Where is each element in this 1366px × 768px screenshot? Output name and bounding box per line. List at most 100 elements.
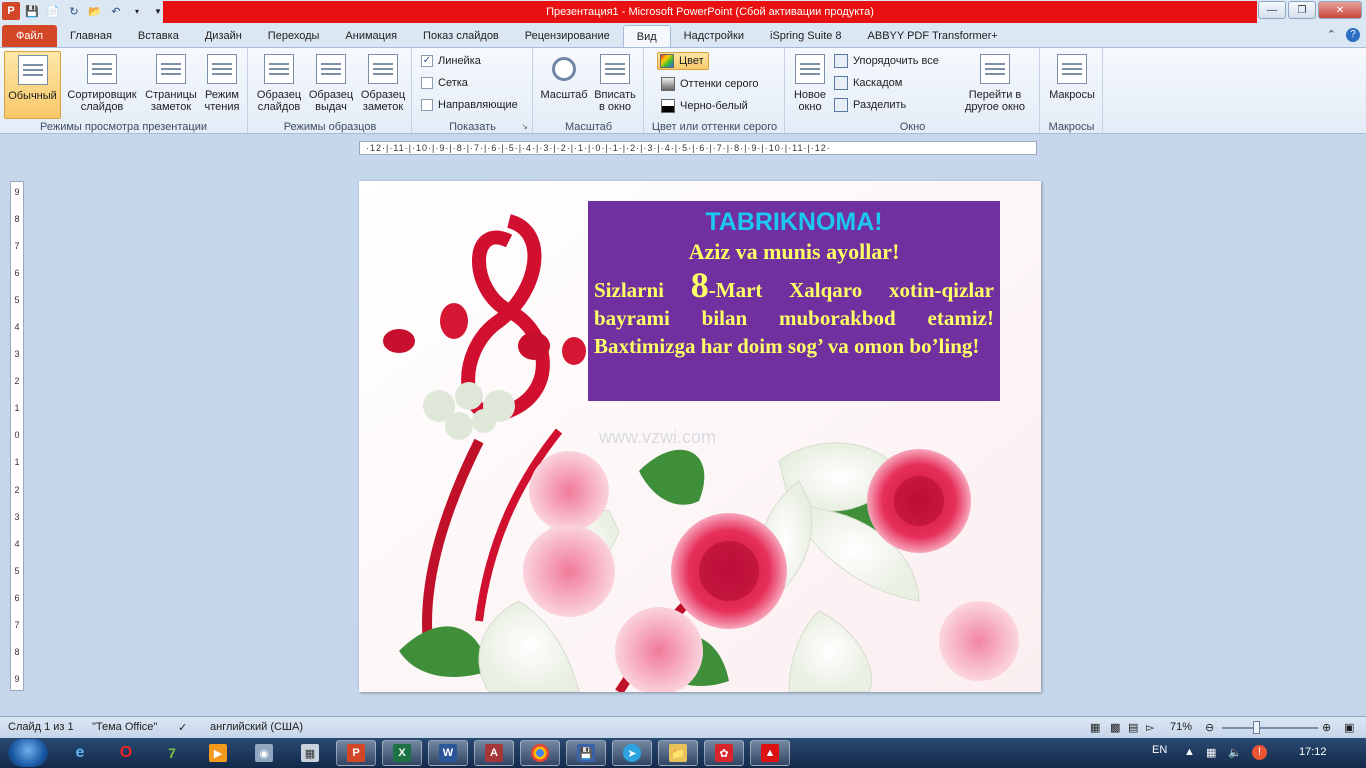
vertical-ruler[interactable]: 9 8 7 6 5 4 3 2 1 0 1 2 3 4 5 6 7 8 9 [10, 181, 24, 691]
split-button[interactable]: Разделить [834, 96, 906, 114]
tab-review[interactable]: Рецензирование [512, 25, 623, 47]
arrange-all-button[interactable]: Упорядочить все [834, 52, 939, 70]
ruler-checkbox[interactable]: ✓ Линейка [421, 52, 481, 70]
open-folder-icon[interactable]: 📂 [86, 2, 104, 20]
tab-file[interactable]: Файл [2, 25, 58, 47]
zoom-in-icon[interactable]: ⊕ [1322, 721, 1331, 734]
horizontal-ruler[interactable]: ·12·|·11·|·10·|·9·|·8·|·7·|·6·|·5·|·4·|·… [359, 141, 1037, 155]
cascade-button[interactable]: Каскадом [834, 74, 902, 92]
slide-counter: Слайд 1 из 1 [8, 721, 74, 733]
guides-check-icon[interactable] [421, 99, 433, 111]
access-taskbar-icon[interactable]: A [474, 740, 514, 766]
color-button[interactable]: Цвет [657, 52, 709, 70]
alert-icon[interactable]: ! [1252, 745, 1267, 760]
zoom-button[interactable]: Масштаб [538, 51, 590, 119]
greeting-textbox[interactable]: TABRIKNOMA! Aziz va munis ayollar! Sizla… [588, 201, 1000, 401]
ruler-check-icon[interactable]: ✓ [421, 55, 433, 67]
tab-addins[interactable]: Надстройки [671, 25, 757, 47]
fit-to-window-button[interactable]: Вписать в окно [590, 51, 640, 119]
new-document-icon[interactable]: 📄 [44, 2, 62, 20]
collapse-ribbon-icon[interactable]: ⌃ [1327, 28, 1336, 42]
slideshow-status-icon[interactable]: ▻ [1146, 721, 1154, 734]
tab-transitions[interactable]: Переходы [255, 25, 333, 47]
slide-workspace[interactable]: ·12·|·11·|·10·|·9·|·8·|·7·|·6·|·5·|·4·|·… [0, 134, 1366, 716]
word-taskbar-icon[interactable]: W [428, 740, 468, 766]
start-button-icon[interactable] [8, 739, 48, 767]
grid-checkbox[interactable]: Сетка [421, 74, 468, 92]
macros-button[interactable]: Макросы [1045, 51, 1099, 119]
normal-view-status-icon[interactable]: ▦ [1090, 721, 1100, 734]
opera-taskbar-icon[interactable]: O [106, 740, 146, 766]
undo-icon[interactable]: ↶ [107, 2, 125, 20]
ie-taskbar-icon[interactable]: e [60, 740, 100, 766]
excel-taskbar-icon[interactable]: X [382, 740, 422, 766]
sevenzip-taskbar-icon[interactable]: 7 [152, 740, 192, 766]
clock[interactable]: 17:12 [1299, 746, 1327, 758]
fit-slide-icon[interactable]: ▣ [1344, 721, 1354, 734]
save-icon[interactable]: 💾 [23, 2, 41, 20]
dialog-launcher-icon[interactable]: ↘ [521, 122, 528, 131]
calculator-taskbar-icon[interactable]: ▦ [290, 740, 330, 766]
acrobat-taskbar-icon[interactable]: ▲ [750, 740, 790, 766]
ispring-taskbar-icon[interactable]: ✿ [704, 740, 744, 766]
explorer-taskbar-icon[interactable]: 📁 [658, 740, 698, 766]
notes-master-button[interactable]: Образец заметок [357, 51, 409, 119]
group-zoom: Масштаб Вписать в окно Масштаб [534, 48, 644, 134]
slide-sorter-button[interactable]: Сортировщик слайдов [64, 51, 140, 119]
grayscale-button[interactable]: Оттенки серого [661, 75, 758, 93]
help-icon[interactable]: ? [1346, 28, 1360, 42]
restore-icon[interactable]: ❐ [1288, 1, 1316, 19]
tab-ispring[interactable]: iSpring Suite 8 [757, 25, 855, 47]
volume-icon[interactable]: 🔈 [1228, 746, 1242, 759]
input-language[interactable]: EN [1152, 744, 1167, 756]
tab-slideshow[interactable]: Показ слайдов [410, 25, 512, 47]
notes-page-button[interactable]: Страницы заметок [142, 51, 200, 119]
zoom-slider[interactable] [1222, 727, 1318, 729]
close-icon[interactable]: ✕ [1318, 1, 1362, 19]
vertical-ruler-tick: 4 [14, 322, 20, 333]
black-white-button[interactable]: Черно-белый [661, 97, 748, 115]
chrome-taskbar-icon[interactable] [520, 740, 560, 766]
tab-abbyy[interactable]: ABBYY PDF Transformer+ [855, 25, 1011, 47]
grid-label: Сетка [438, 77, 468, 89]
media-player-taskbar-icon[interactable]: ▶ [198, 740, 238, 766]
minimize-icon[interactable]: — [1258, 1, 1286, 19]
new-window-icon [795, 54, 825, 84]
language-indicator[interactable]: английский (США) [210, 721, 303, 733]
switch-windows-button[interactable]: Перейти в другое окно [954, 51, 1036, 119]
reading-view-status-icon[interactable]: ▤ [1128, 721, 1138, 734]
tab-insert[interactable]: Вставка [125, 25, 192, 47]
powerpoint-logo-icon[interactable]: P [2, 2, 20, 20]
new-window-button[interactable]: Новое окно [788, 51, 832, 119]
network-icon[interactable]: ▦ [1206, 746, 1216, 759]
vertical-ruler-tick: 9 [14, 673, 20, 684]
tab-animation[interactable]: Анимация [332, 25, 410, 47]
sorter-view-status-icon[interactable]: ▩ [1110, 721, 1120, 734]
refresh-icon[interactable]: ↻ [65, 2, 83, 20]
save-app-taskbar-icon[interactable]: 💾 [566, 740, 606, 766]
guides-checkbox[interactable]: Направляющие [421, 96, 518, 114]
telegram-taskbar-icon[interactable]: ➤ [612, 740, 652, 766]
app-taskbar-icon[interactable]: ◉ [244, 740, 284, 766]
powerpoint-taskbar-icon[interactable]: P [336, 740, 376, 766]
theme-name[interactable]: "Тема Office" [92, 721, 157, 733]
zoom-out-icon[interactable]: ⊖ [1205, 721, 1214, 734]
handout-master-button[interactable]: Образец выдач [305, 51, 357, 119]
tab-home[interactable]: Главная [57, 25, 125, 47]
tray-expand-icon[interactable]: ▲ [1184, 746, 1195, 758]
reading-view-button[interactable]: Режим чтения [200, 51, 244, 119]
group-color: Цвет Оттенки серого Черно-белый Цвет или… [645, 48, 785, 134]
tab-design[interactable]: Дизайн [192, 25, 255, 47]
grid-check-icon[interactable] [421, 77, 433, 89]
slide-master-button[interactable]: Образец слайдов [253, 51, 305, 119]
slide-canvas[interactable]: www.vzwi.com TABRIKNOMA! Aziz va munis a… [359, 181, 1041, 692]
normal-view-button[interactable]: Обычный [4, 51, 61, 119]
vertical-ruler-tick: 8 [14, 646, 20, 657]
tab-view[interactable]: Вид [622, 25, 671, 47]
ruler-label: Линейка [438, 55, 481, 67]
zoom-slider-thumb[interactable] [1253, 721, 1260, 734]
spellcheck-icon[interactable]: ✓ [178, 721, 187, 734]
zoom-level[interactable]: 71% [1170, 721, 1192, 733]
undo-dropdown-icon[interactable]: ▾ [128, 2, 146, 20]
group-label: Показать [449, 121, 496, 133]
